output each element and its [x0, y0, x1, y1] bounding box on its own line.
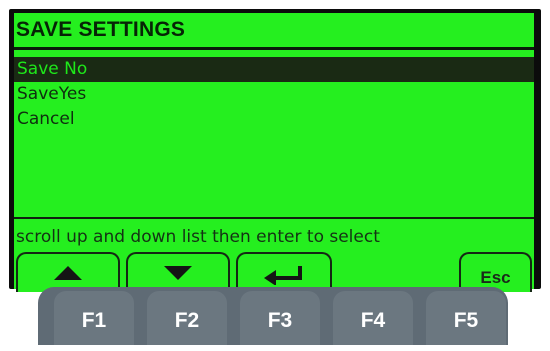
title-bar: SAVE SETTINGS — [14, 13, 534, 50]
arrow-up-icon — [54, 266, 82, 280]
lcd-screen: SAVE SETTINGS Save No SaveYes Cancel scr… — [14, 13, 534, 292]
softkey-down[interactable] — [126, 252, 230, 292]
settings-menu: Save No SaveYes Cancel — [14, 57, 534, 132]
f3-key[interactable]: F3 — [240, 291, 320, 345]
f5-key[interactable]: F5 — [426, 291, 506, 345]
f4-key[interactable]: F4 — [333, 291, 413, 345]
softkey-esc[interactable]: Esc — [459, 252, 532, 292]
menu-item-save-no[interactable]: Save No — [14, 57, 534, 82]
menu-item-cancel[interactable]: Cancel — [14, 107, 534, 132]
esc-label: Esc — [480, 268, 511, 287]
status-bar: scroll up and down list then enter to se… — [14, 217, 534, 252]
screen-title: SAVE SETTINGS — [16, 18, 186, 41]
status-hint: scroll up and down list then enter to se… — [16, 227, 380, 247]
menu-item-save-yes[interactable]: SaveYes — [14, 82, 534, 107]
softkey-enter[interactable] — [236, 252, 332, 292]
f2-key[interactable]: F2 — [147, 291, 227, 345]
softkey-up[interactable] — [16, 252, 120, 292]
f1-key[interactable]: F1 — [54, 291, 134, 345]
arrow-down-icon — [164, 266, 192, 280]
enter-icon — [264, 266, 302, 285]
